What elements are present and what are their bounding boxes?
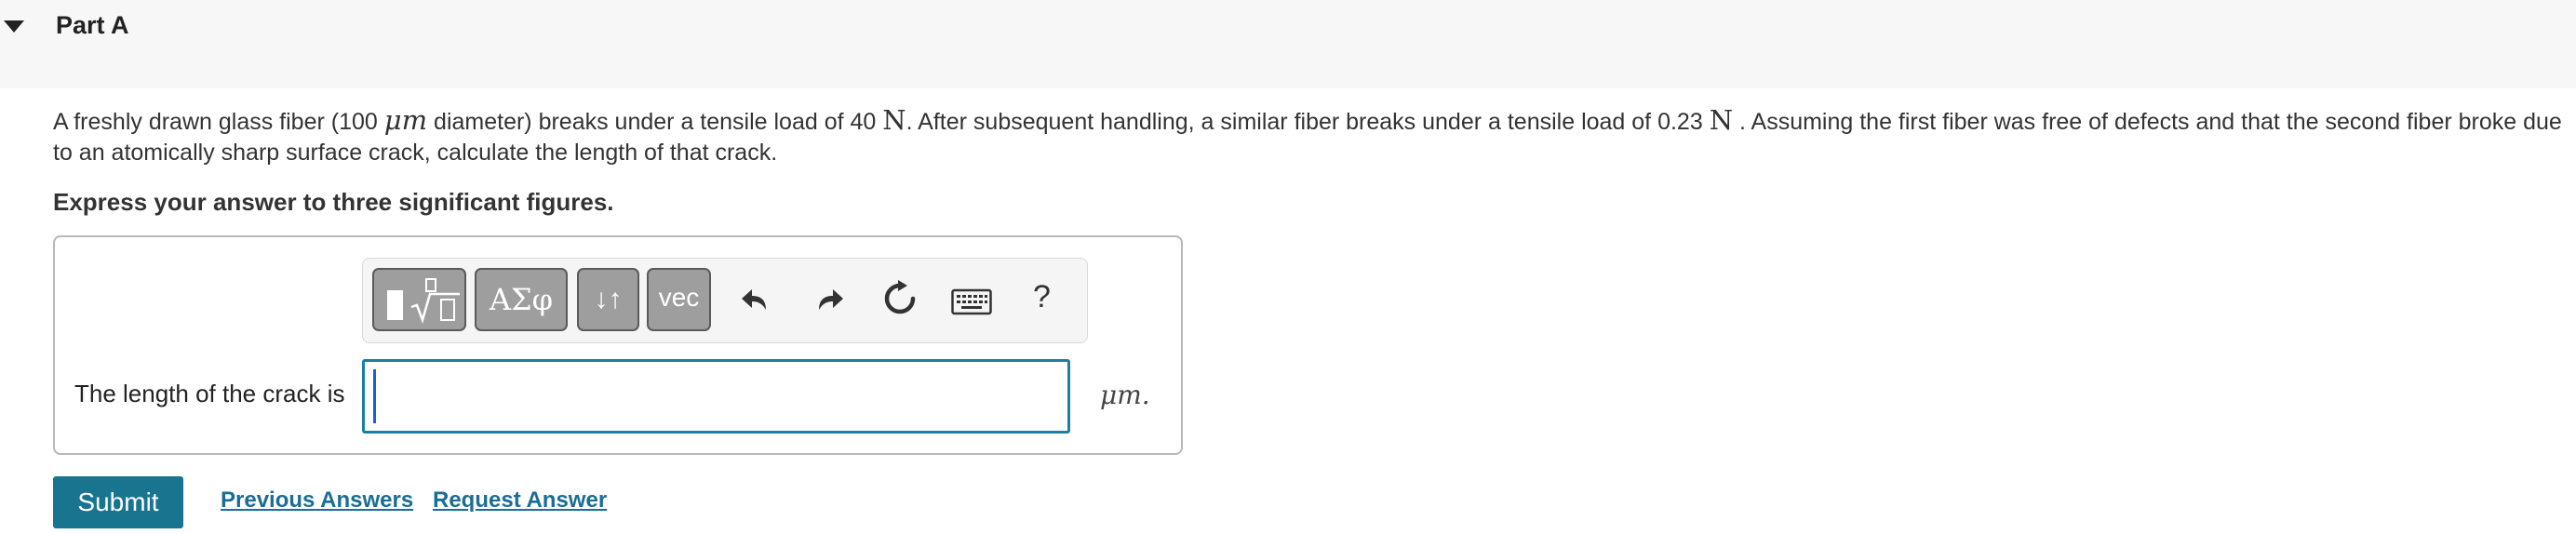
- subscript-superscript-button[interactable]: ↓↑: [577, 268, 639, 331]
- help-icon[interactable]: ?: [1033, 279, 1051, 315]
- fraction-sqrt-template-icon: [410, 278, 460, 324]
- question-text: A freshly drawn glass fiber (100 μm diam…: [53, 105, 2566, 168]
- redo-icon[interactable]: [812, 282, 847, 317]
- caret-down-icon[interactable]: [4, 20, 24, 33]
- text-cursor: [373, 369, 376, 423]
- vec-label: vec: [658, 283, 700, 312]
- vector-button[interactable]: vec: [647, 268, 711, 331]
- answer-label: The length of the crack is: [74, 380, 345, 407]
- subscript-superscript-label: ↓↑: [594, 284, 623, 314]
- reset-icon[interactable]: [880, 279, 919, 318]
- question-seg3: . After subsequent handling, a similar f…: [906, 109, 1710, 135]
- part-title: Part A: [56, 11, 129, 39]
- submit-button[interactable]: Submit: [53, 476, 183, 528]
- greek-symbols-button[interactable]: ΑΣφ: [475, 268, 568, 331]
- answer-input[interactable]: [362, 359, 1070, 434]
- keyboard-icon[interactable]: [951, 288, 992, 316]
- unit-newton: N: [1709, 104, 1734, 136]
- greek-label: ΑΣφ: [489, 282, 554, 317]
- templates-button[interactable]: [372, 268, 466, 331]
- question-seg2: diameter) breaks under a tensile load of…: [427, 109, 883, 135]
- question-seg1: A freshly drawn glass fiber (100: [53, 109, 384, 135]
- previous-answers-link[interactable]: Previous Answers: [221, 487, 413, 514]
- undo-icon[interactable]: [738, 282, 773, 317]
- request-answer-link[interactable]: Request Answer: [433, 487, 607, 514]
- unit-newton: N: [882, 104, 906, 136]
- part-header[interactable]: Part A: [0, 0, 2576, 88]
- unit-micrometer: μm: [383, 104, 428, 136]
- filled-square-icon: [387, 290, 403, 320]
- answer-instruction: Express your answer to three significant…: [53, 188, 614, 216]
- answer-unit: μm.: [1100, 380, 1150, 410]
